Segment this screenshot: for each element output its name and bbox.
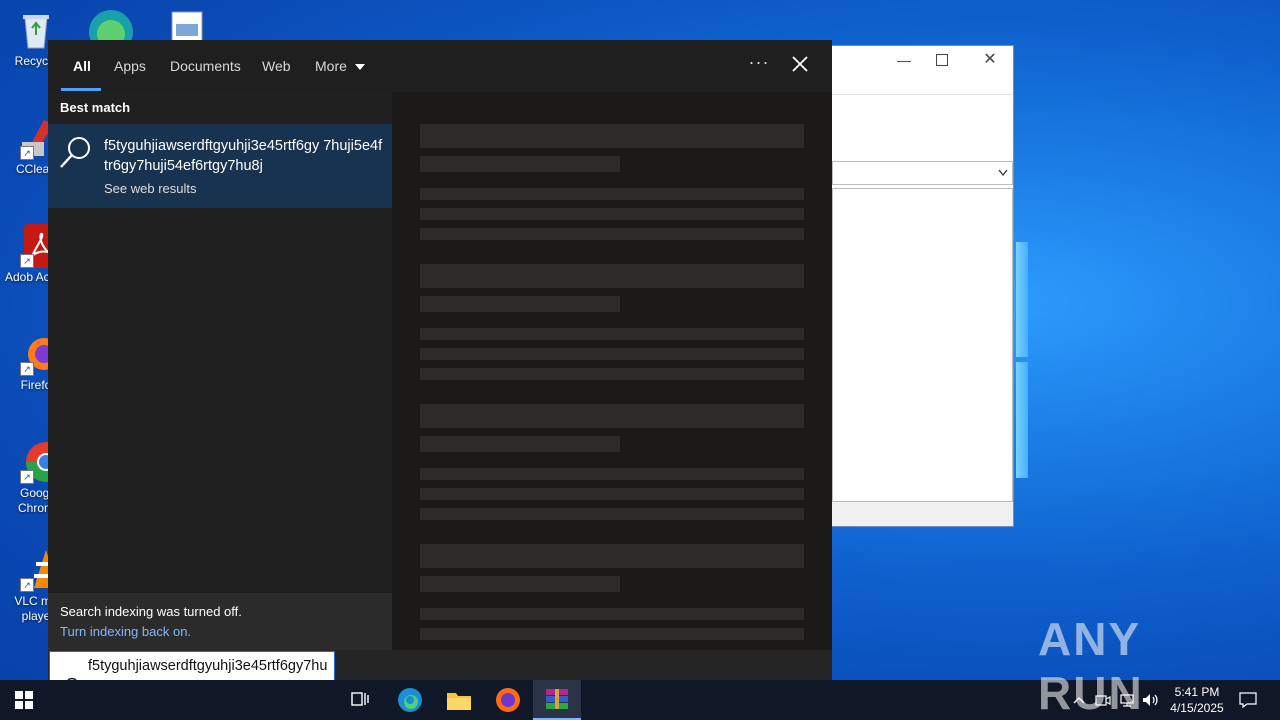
skeleton-bar [420,628,804,640]
status-bar [832,502,1013,526]
skeleton-bar [420,228,804,240]
search-panel: All Apps Documents Web More ··· Best mat… [48,40,832,680]
firefox-icon [496,688,520,712]
text-area[interactable] [832,188,1013,502]
search-tabs-bar: All Apps Documents Web More ··· [48,40,832,92]
close-icon[interactable] [790,54,810,74]
skeleton-bar [420,468,804,480]
skeleton-bar [420,608,804,620]
chevron-down-icon [998,169,1008,177]
tab-apps[interactable]: Apps [114,58,146,74]
best-match-result[interactable]: f5tyguhjiawserdftgyuhji3e45rtf6gy 7huji5… [48,124,392,208]
tab-more[interactable]: More [315,58,366,74]
skeleton-bar [420,348,804,360]
clock-time: 5:41 PM [1174,685,1220,699]
close-icon[interactable]: ✕ [980,49,1000,69]
taskbar-firefox[interactable] [484,680,532,720]
notification-icon [1239,692,1257,708]
start-button[interactable] [0,680,48,720]
skeleton-bar [420,188,804,200]
result-title: f5tyguhjiawserdftgyuhji3e45rtf6gy 7huji5… [104,138,383,174]
tab-web[interactable]: Web [262,58,291,74]
skeleton-bar [420,544,804,568]
indexing-message: Search indexing was turned off. [60,604,242,619]
skeleton-bar [420,264,804,288]
taskbar-file-explorer[interactable] [435,680,483,720]
task-view-button[interactable] [336,680,384,720]
task-view-icon [351,692,369,706]
tab-all[interactable]: All [73,58,91,74]
skeleton-bar [420,124,804,148]
skeleton-bar [420,436,620,452]
skeleton-bar [420,488,804,500]
indexing-notice: Search indexing was turned off. Turn ind… [48,593,392,650]
action-center-button[interactable] [1234,680,1262,720]
skeleton-bar [420,404,804,428]
more-options-icon[interactable]: ··· [746,52,772,76]
skeleton-bar [420,508,804,520]
speaker-icon [1143,694,1158,706]
windows-logo-pane [1016,242,1028,357]
caret-down-icon [354,64,365,70]
tab-more-label: More [315,58,347,74]
clock[interactable]: 5:41 PM 4/15/2025 [1164,680,1230,720]
skeleton-bar [420,208,804,220]
document-desktop-icon[interactable] [170,10,204,43]
active-tab-indicator [61,88,101,91]
skeleton-bar [420,156,620,172]
maximize-icon[interactable] [936,54,948,66]
skeleton-bar [420,296,620,312]
taskbar-winrar[interactable] [533,680,581,720]
windows-logo-pane [1016,362,1028,478]
preview-pane-loading [392,92,832,650]
dropdown-field[interactable] [832,161,1013,185]
background-window[interactable]: — ✕ [832,46,1013,526]
skeleton-bar [420,576,620,592]
best-match-heading: Best match [60,100,131,115]
result-subtitle: See web results [104,181,197,196]
turn-indexing-on-link[interactable]: Turn indexing back on. [60,624,191,639]
windows-start-icon [15,691,33,709]
search-icon [60,137,90,168]
edge-desktop-icon[interactable] [86,6,136,54]
skeleton-bar [420,368,804,380]
edge-icon [398,688,422,712]
minimize-icon[interactable]: — [892,52,916,72]
winrar-icon [546,689,568,709]
folder-icon [447,693,471,710]
clock-date: 4/15/2025 [1170,701,1224,715]
anyrun-watermark: ANY RUN [1038,613,1144,719]
tab-documents[interactable]: Documents [170,58,241,74]
taskbar-edge[interactable] [386,680,434,720]
skeleton-bar [420,328,804,340]
